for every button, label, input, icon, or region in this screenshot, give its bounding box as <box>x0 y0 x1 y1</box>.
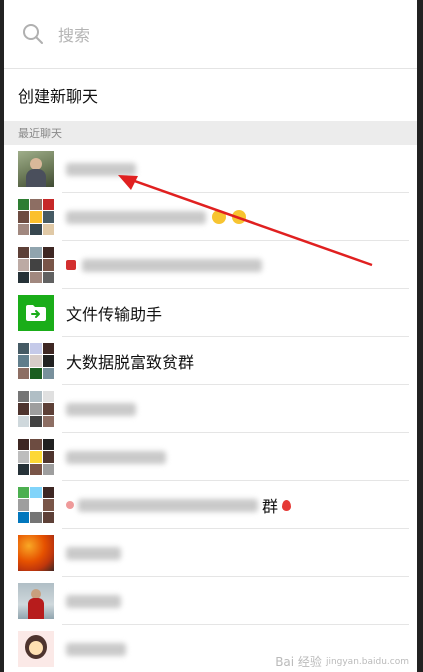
chat-row[interactable] <box>4 385 417 433</box>
search-icon <box>23 24 43 44</box>
chat-row[interactable] <box>4 193 417 241</box>
watermark-text: Bai 经验 <box>275 655 322 669</box>
search-bar[interactable]: 搜索 <box>4 0 417 69</box>
group-avatar <box>18 343 54 379</box>
chat-name-redacted <box>66 594 121 608</box>
avatar <box>18 151 54 187</box>
chat-name-redacted <box>66 402 136 416</box>
balloon-icon <box>282 499 292 511</box>
avatar <box>18 631 54 667</box>
chat-row[interactable] <box>4 241 417 289</box>
chat-name: 文件传输助手 <box>66 305 163 324</box>
chat-name-redacted <box>66 162 136 176</box>
group-avatar <box>18 247 54 283</box>
chat-row[interactable] <box>4 433 417 481</box>
chat-name-redacted <box>66 642 126 656</box>
recent-chats-header: 最近聊天 <box>4 121 417 145</box>
watermark-sub: jingyan.baidu.com <box>325 656 409 667</box>
red-badge-icon <box>66 260 76 270</box>
recent-chats-title: 最近聊天 <box>18 127 62 140</box>
chat-name-redacted <box>66 450 166 464</box>
group-avatar <box>18 487 54 523</box>
chat-row[interactable] <box>4 529 417 577</box>
share-target-screen: 搜索 创建新聊天 最近聊天 文件传输助手 大数据脱富致贫群 群 Bai 经验 j… <box>4 0 417 672</box>
red-badge-icon <box>66 501 74 509</box>
chat-row-file-transfer[interactable]: 文件传输助手 <box>4 289 417 337</box>
avatar <box>18 583 54 619</box>
emoji-smile-icon <box>232 210 246 224</box>
file-transfer-icon <box>18 295 54 331</box>
chat-row[interactable] <box>4 145 417 193</box>
group-avatar <box>18 391 54 427</box>
chat-name-redacted <box>66 546 121 560</box>
create-new-chat-button[interactable]: 创建新聊天 <box>4 69 417 121</box>
baidu-jingyan-watermark: Bai 经验 jingyan.baidu.com <box>275 653 409 670</box>
group-avatar <box>18 439 54 475</box>
chat-name-redacted <box>66 210 246 224</box>
chat-row[interactable] <box>4 577 417 625</box>
group-avatar <box>18 199 54 235</box>
chat-name: 大数据脱富致贫群 <box>66 353 195 372</box>
emoji-smile-icon <box>212 210 226 224</box>
chat-name-suffix: 群 <box>262 497 279 516</box>
chat-name-redacted: 群 <box>66 493 292 517</box>
chat-name-redacted <box>66 258 262 272</box>
search-placeholder: 搜索 <box>58 26 91 45</box>
chat-row[interactable]: 群 <box>4 481 417 529</box>
avatar <box>18 535 54 571</box>
chat-row[interactable]: 大数据脱富致贫群 <box>4 337 417 385</box>
create-new-chat-label: 创建新聊天 <box>18 87 99 106</box>
